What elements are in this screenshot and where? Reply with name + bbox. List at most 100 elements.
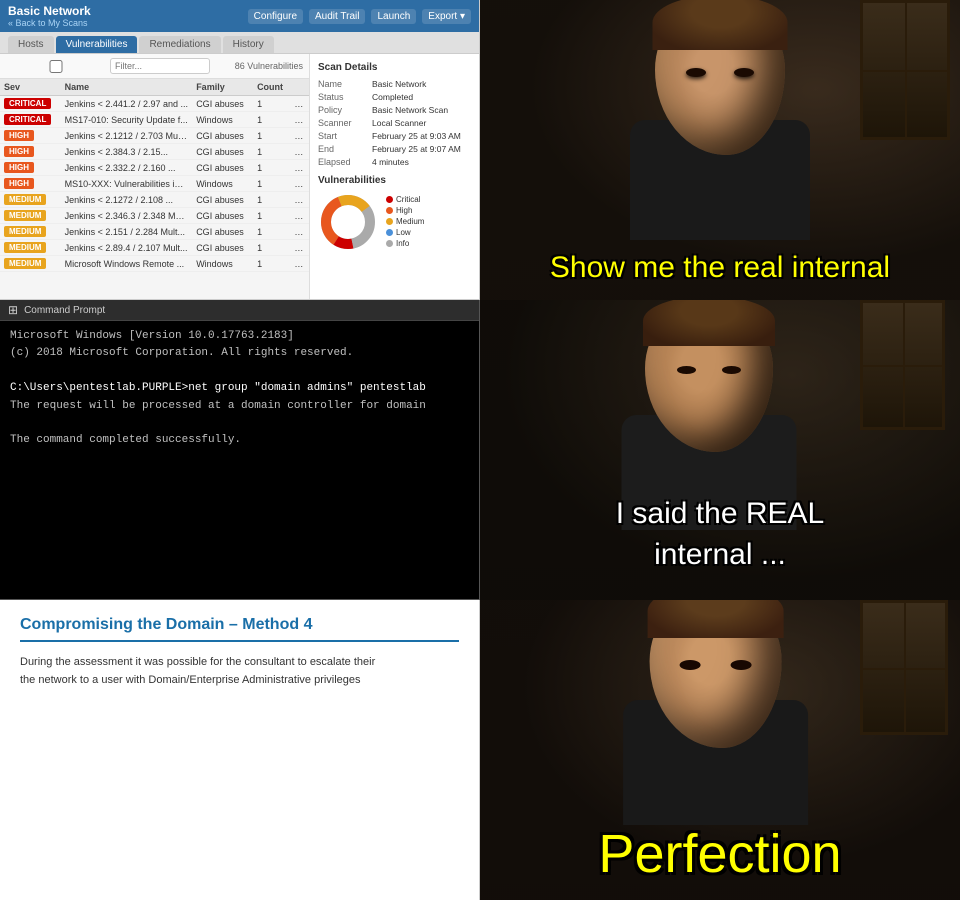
tab-history[interactable]: History bbox=[223, 36, 274, 53]
vuln-sev-10: MEDIUM bbox=[0, 256, 61, 272]
table-row[interactable]: MEDIUM Jenkins < 2.89.4 / 2.107 Mult... … bbox=[0, 240, 309, 256]
col-name: Name bbox=[61, 79, 193, 96]
vuln-actions-0: … bbox=[290, 96, 309, 112]
vuln-count-5: 1 bbox=[253, 176, 290, 192]
vuln-family-9: CGI abuses bbox=[192, 240, 253, 256]
cmd-icon: ⊞ bbox=[8, 303, 18, 317]
meme-text-2-line2: internal ... bbox=[654, 538, 786, 571]
donut-chart bbox=[318, 192, 378, 252]
nessus-back-link[interactable]: « Back to My Scans bbox=[8, 18, 91, 28]
cmd-body: Microsoft Windows [Version 10.0.17763.21… bbox=[0, 321, 479, 599]
bg-window-3 bbox=[860, 600, 948, 735]
table-row[interactable]: MEDIUM Jenkins < 2.151 / 2.284 Mult... C… bbox=[0, 224, 309, 240]
sd-end-value: February 25 at 9:07 AM bbox=[372, 144, 461, 154]
col-family: Family bbox=[192, 79, 253, 96]
vuln-actions-2: … bbox=[290, 128, 309, 144]
chart-legend: Critical High Medium Low Info bbox=[386, 195, 424, 250]
table-row[interactable]: HIGH Jenkins < 2.332.2 / 2.160 ... CGI a… bbox=[0, 160, 309, 176]
select-all-checkbox[interactable] bbox=[6, 60, 106, 73]
nessus-title: Basic Network bbox=[8, 4, 91, 18]
vuln-name-9: Jenkins < 2.89.4 / 2.107 Mult... bbox=[61, 240, 193, 256]
vuln-family-8: CGI abuses bbox=[192, 224, 253, 240]
vuln-count-1: 1 bbox=[253, 112, 290, 128]
audit-trail-button[interactable]: Audit Trail bbox=[309, 9, 365, 24]
vuln-chart-section: Vulnerabilities Critical bbox=[318, 175, 471, 252]
vuln-sev-4: HIGH bbox=[0, 160, 61, 176]
sd-scanner-label: Scanner bbox=[318, 118, 368, 128]
table-row[interactable]: CRITICAL Jenkins < 2.441.2 / 2.97 and ..… bbox=[0, 96, 309, 112]
table-row[interactable]: HIGH Jenkins < 2.384.3 / 2.15... CGI abu… bbox=[0, 144, 309, 160]
bg-window-1 bbox=[860, 0, 950, 140]
cmd-line-6 bbox=[10, 416, 469, 431]
sd-start-value: February 25 at 9:03 AM bbox=[372, 131, 461, 141]
vuln-name-0: Jenkins < 2.441.2 / 2.97 and ... bbox=[61, 96, 193, 112]
vuln-family-6: CGI abuses bbox=[192, 192, 253, 208]
bg-window-2 bbox=[860, 300, 945, 430]
vuln-name-7: Jenkins < 2.346.3 / 2.348 Mult... bbox=[61, 208, 193, 224]
export-button[interactable]: Export ▾ bbox=[422, 9, 471, 24]
scan-details-panel: Scan Details NameBasic Network StatusCom… bbox=[309, 54, 479, 299]
col-count: Count bbox=[253, 79, 290, 96]
vuln-family-7: CGI abuses bbox=[192, 208, 253, 224]
filter-input[interactable] bbox=[110, 58, 210, 74]
nessus-topbar-buttons: Configure Audit Trail Launch Export ▾ bbox=[248, 9, 471, 24]
report-panel: Compromising the Domain – Method 4 Durin… bbox=[0, 600, 480, 900]
table-row[interactable]: HIGH MS10-XXX: Vulnerabilities in ... Wi… bbox=[0, 176, 309, 192]
vuln-count-6: 1 bbox=[253, 192, 290, 208]
nessus-panel: Basic Network « Back to My Scans Configu… bbox=[0, 0, 480, 300]
table-row[interactable]: MEDIUM Jenkins < 2.1272 / 2.108 ... CGI … bbox=[0, 192, 309, 208]
tab-hosts[interactable]: Hosts bbox=[8, 36, 54, 53]
vuln-family-5: Windows bbox=[192, 176, 253, 192]
sd-elapsed-label: Elapsed bbox=[318, 157, 368, 167]
vuln-sev-5: HIGH bbox=[0, 176, 61, 192]
cmd-line-2: (c) 2018 Microsoft Corporation. All righ… bbox=[10, 346, 469, 361]
table-row[interactable]: CRITICAL MS17-010: Security Update f... … bbox=[0, 112, 309, 128]
table-row[interactable]: MEDIUM Microsoft Windows Remote ... Wind… bbox=[0, 256, 309, 272]
vuln-list: 86 Vulnerabilities Sev Name Family Count bbox=[0, 54, 309, 299]
vuln-actions-4: … bbox=[290, 160, 309, 176]
cmd-line-1: Microsoft Windows [Version 10.0.17763.21… bbox=[10, 329, 469, 344]
vuln-sev-2: HIGH bbox=[0, 128, 61, 144]
vuln-name-1: MS17-010: Security Update f... bbox=[61, 112, 193, 128]
table-row[interactable]: MEDIUM Jenkins < 2.346.3 / 2.348 Mult...… bbox=[0, 208, 309, 224]
meme-panel-1: Show me the real internal bbox=[480, 0, 960, 300]
donut-chart-container: Critical High Medium Low Info bbox=[318, 192, 471, 252]
table-row[interactable]: HIGH Jenkins < 2.1212 / 2.703 Mult... CG… bbox=[0, 128, 309, 144]
legend-info: Info bbox=[396, 239, 409, 248]
person-figure-1 bbox=[610, 0, 830, 240]
vuln-actions-1: … bbox=[290, 112, 309, 128]
tab-vulnerabilities[interactable]: Vulnerabilities bbox=[56, 36, 138, 53]
vuln-family-10: Windows bbox=[192, 256, 253, 272]
vuln-actions-3: … bbox=[290, 144, 309, 160]
cmd-titlebar: ⊞ Command Prompt bbox=[0, 300, 479, 321]
vuln-count-4: 1 bbox=[253, 160, 290, 176]
launch-button[interactable]: Launch bbox=[371, 9, 416, 24]
cmd-panel: ⊞ Command Prompt Microsoft Windows [Vers… bbox=[0, 300, 480, 600]
sd-name-value: Basic Network bbox=[372, 79, 426, 89]
vuln-family-1: Windows bbox=[192, 112, 253, 128]
person-figure-3 bbox=[606, 600, 826, 825]
tab-remediations[interactable]: Remediations bbox=[139, 36, 220, 53]
sd-status-value: Completed bbox=[372, 92, 413, 102]
sd-elapsed-value: 4 minutes bbox=[372, 157, 409, 167]
meme-text-2: I said the REAL internal ... bbox=[480, 494, 960, 575]
nessus-topbar: Basic Network « Back to My Scans Configu… bbox=[0, 0, 479, 32]
vuln-count-7: 1 bbox=[253, 208, 290, 224]
cmd-line-7: The command completed successfully. bbox=[10, 433, 469, 448]
cmd-line-5: The request will be processed at a domai… bbox=[10, 399, 469, 414]
vuln-filter-bar: 86 Vulnerabilities bbox=[0, 54, 309, 79]
configure-button[interactable]: Configure bbox=[248, 9, 303, 24]
vuln-table: Sev Name Family Count CRITICAL Jenkins <… bbox=[0, 79, 309, 272]
vuln-count-8: 1 bbox=[253, 224, 290, 240]
vuln-sev-6: MEDIUM bbox=[0, 192, 61, 208]
vuln-sev-1: CRITICAL bbox=[0, 112, 61, 128]
legend-critical: Critical bbox=[396, 195, 420, 204]
vuln-count-10: 1 bbox=[253, 256, 290, 272]
meme-text-2-line1: I said the REAL bbox=[616, 497, 824, 530]
vuln-name-6: Jenkins < 2.1272 / 2.108 ... bbox=[61, 192, 193, 208]
vuln-sev-3: HIGH bbox=[0, 144, 61, 160]
sd-policy-value: Basic Network Scan bbox=[372, 105, 448, 115]
vuln-family-4: CGI abuses bbox=[192, 160, 253, 176]
vuln-count-badge: 86 Vulnerabilities bbox=[235, 61, 303, 71]
vuln-count-9: 1 bbox=[253, 240, 290, 256]
